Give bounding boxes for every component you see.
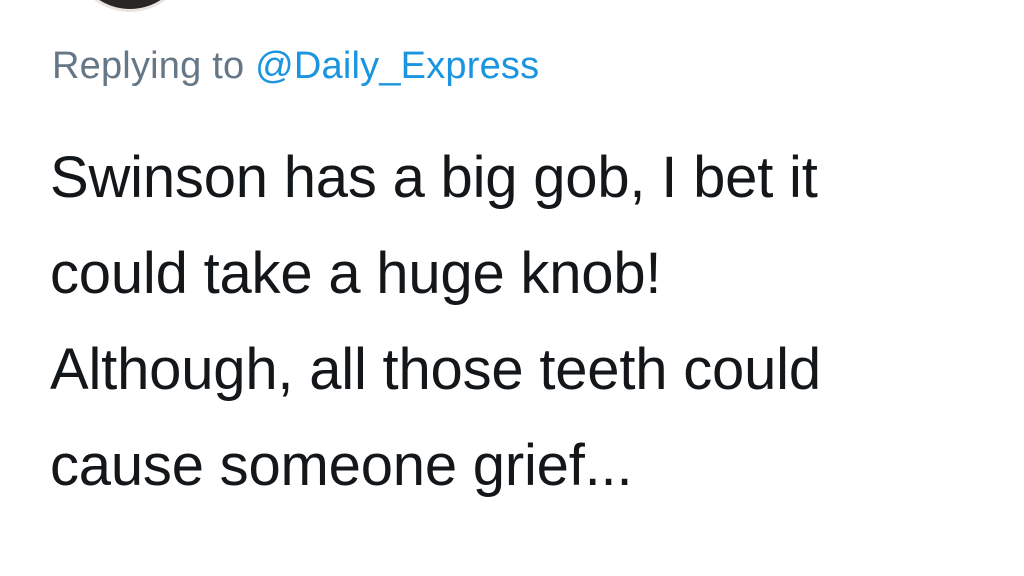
avatar[interactable] [74,0,186,12]
replying-to-line: Replying to @Daily_Express [52,42,539,90]
tweet-text-line: Swinson has a big gob, I bet it [50,145,818,210]
reply-handle-link[interactable]: @Daily_Express [255,45,539,87]
tweet-text-line: could take a huge knob! [50,241,662,306]
replying-to-label: Replying to [52,45,245,87]
tweet-body: Swinson has a big gob, I bet it could ta… [50,130,990,514]
tweet-text-line: cause someone grief... [50,433,633,498]
tweet-text-line: Although, all those teeth could [50,337,821,402]
tweet-card: Replying to @Daily_Express Swinson has a… [0,0,1024,576]
